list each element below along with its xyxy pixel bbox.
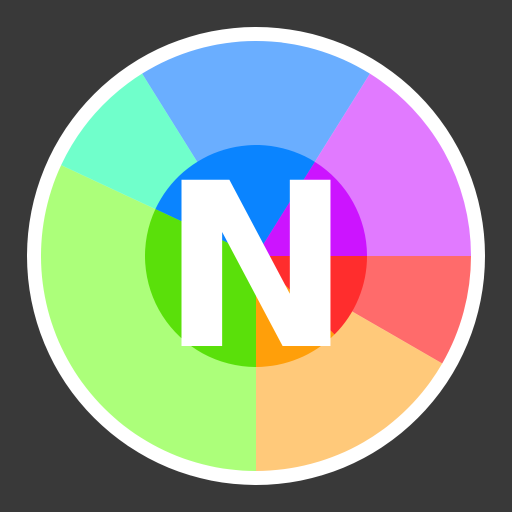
app-letter: N (161, 134, 352, 400)
app-icon-stage: N (0, 0, 512, 512)
app-icon: N (0, 0, 512, 512)
